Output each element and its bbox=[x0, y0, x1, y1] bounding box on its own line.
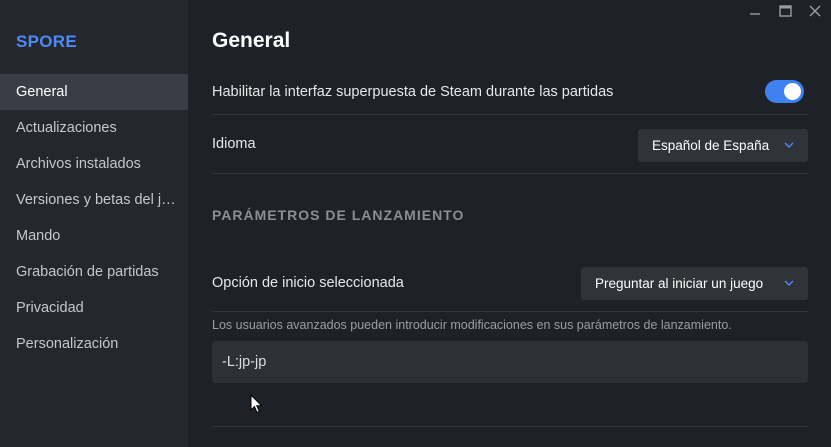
launch-section-header: PARÁMETROS DE LANZAMIENTO bbox=[212, 207, 465, 223]
language-label: Idioma bbox=[212, 136, 256, 152]
sidebar-item-controller[interactable]: Mando bbox=[0, 218, 188, 254]
chevron-down-icon bbox=[784, 142, 794, 148]
sidebar-item-recording[interactable]: Grabación de partidas bbox=[0, 254, 188, 290]
start-option-value: Preguntar al iniciar un juego bbox=[595, 276, 764, 291]
language-row: Idioma Español de España bbox=[212, 114, 808, 174]
sidebar: SPORE General Actualizaciones Archivos i… bbox=[0, 0, 188, 447]
sidebar-item-general[interactable]: General bbox=[0, 74, 188, 110]
sidebar-item-betas[interactable]: Versiones y betas del juego bbox=[0, 182, 188, 218]
page-title: General bbox=[212, 29, 291, 52]
sidebar-item-customization[interactable]: Personalización bbox=[0, 326, 188, 362]
overlay-row: Habilitar la interfaz superpuesta de Ste… bbox=[212, 80, 808, 115]
start-option-label: Opción de inicio seleccionada bbox=[212, 275, 404, 291]
close-icon[interactable] bbox=[805, 2, 825, 20]
divider bbox=[212, 426, 808, 427]
sidebar-nav: General Actualizaciones Archivos instala… bbox=[0, 74, 188, 362]
language-dropdown[interactable]: Español de España bbox=[638, 129, 808, 162]
app-title: SPORE bbox=[16, 32, 78, 51]
main-panel: General Habilitar la interfaz superpuest… bbox=[212, 0, 808, 447]
mouse-cursor-icon bbox=[250, 394, 263, 414]
sidebar-item-privacy[interactable]: Privacidad bbox=[0, 290, 188, 326]
toggle-knob bbox=[784, 83, 801, 100]
launch-params-hint: Los usuarios avanzados pueden introducir… bbox=[212, 318, 732, 332]
start-option-row: Opción de inicio seleccionada Preguntar … bbox=[212, 258, 808, 312]
launch-params-input[interactable] bbox=[212, 341, 808, 383]
start-option-dropdown[interactable]: Preguntar al iniciar un juego bbox=[581, 267, 808, 300]
overlay-label: Habilitar la interfaz superpuesta de Ste… bbox=[212, 84, 614, 100]
sidebar-item-installed-files[interactable]: Archivos instalados bbox=[0, 146, 188, 182]
overlay-toggle[interactable] bbox=[765, 80, 804, 103]
language-value: Español de España bbox=[652, 138, 770, 153]
sidebar-item-updates[interactable]: Actualizaciones bbox=[0, 110, 188, 146]
chevron-down-icon bbox=[784, 280, 794, 286]
